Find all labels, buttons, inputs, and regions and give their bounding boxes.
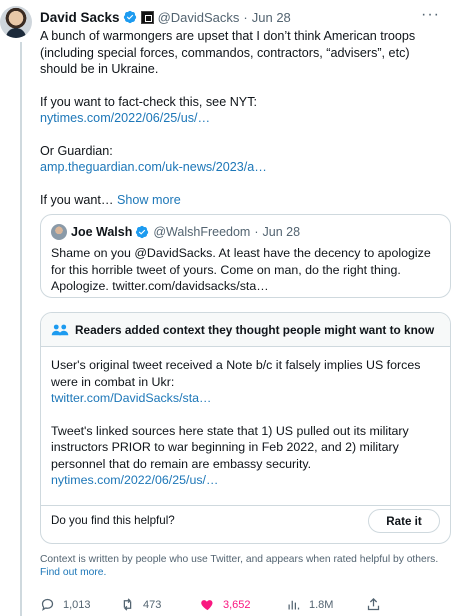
affiliation-badge-icon (140, 10, 154, 24)
views-count: 1.8M (309, 598, 334, 611)
tweet-paragraph-2: If you want to fact-check this, see NYT: (40, 94, 257, 109)
quoted-tweet-text: Shame on you @DavidSacks. At least have … (51, 246, 431, 293)
note-paragraph-1: User's original tweet received a Note b/… (51, 358, 421, 389)
tweet-date[interactable]: Jun 28 (252, 10, 291, 25)
tweet-header: David Sacks @DavidSacks · Jun 28 ··· (40, 6, 444, 26)
views-icon (288, 600, 300, 610)
tweet-truncated-text: If you want… (40, 192, 114, 207)
note-divider (41, 505, 450, 506)
thread-line (20, 42, 22, 616)
community-note-header: Readers added context they thought peopl… (41, 313, 450, 347)
author-handle[interactable]: @DavidSacks (158, 10, 240, 25)
show-more-link[interactable]: Show more (117, 193, 181, 207)
quoted-author-name: Joe Walsh (71, 225, 133, 239)
tweet-body: A bunch of warmongers are upset that I d… (40, 28, 442, 208)
quoted-separator-dot: · (254, 225, 259, 239)
quoted-tweet[interactable]: Joe Walsh @WalshFreedom · Jun 28 Shame o… (40, 214, 451, 298)
community-note-heading: Readers added context they thought peopl… (75, 322, 435, 337)
community-note: Readers added context they thought peopl… (40, 312, 451, 544)
quoted-verified-badge-icon (136, 225, 149, 239)
rate-it-button[interactable]: Rate it (368, 509, 440, 533)
reply-action[interactable]: 1,013 (40, 597, 91, 612)
separator-dot: · (243, 9, 248, 25)
quoted-tweet-header: Joe Walsh @WalshFreedom · Jun 28 (51, 224, 300, 240)
note-twitter-link[interactable]: twitter.com/DavidSacks/sta… (51, 390, 441, 407)
share-action[interactable] (366, 597, 389, 612)
tweet-actions: 1,013 473 3,652 1.8M (40, 597, 440, 615)
people-icon (51, 324, 69, 335)
avatar[interactable] (0, 6, 32, 38)
more-options-icon[interactable]: ··· (421, 6, 440, 24)
nyt-link[interactable]: nytimes.com/2022/06/25/us/… (40, 110, 442, 127)
note-nyt-link[interactable]: nytimes.com/2022/06/25/us/… (51, 472, 441, 489)
like-action[interactable]: 3,652 (200, 597, 251, 612)
quoted-avatar[interactable] (51, 224, 67, 240)
like-count: 3,652 (223, 598, 251, 611)
share-icon (367, 597, 380, 611)
guardian-link[interactable]: amp.theguardian.com/uk-news/2023/a… (40, 159, 442, 176)
retweet-action[interactable]: 473 (120, 597, 161, 612)
tweet-paragraph-3: Or Guardian: (40, 143, 113, 158)
reply-count: 1,013 (63, 598, 91, 611)
heart-icon (201, 600, 213, 611)
retweet-count: 473 (143, 598, 162, 611)
quoted-author-handle: @WalshFreedom (153, 225, 251, 239)
reply-icon (41, 598, 54, 611)
community-note-body: User's original tweet received a Note b/… (51, 357, 441, 489)
views-action[interactable]: 1.8M (286, 597, 333, 612)
tweet-paragraph-4: If you want… Show more (40, 192, 442, 209)
tweet-paragraph-1: A bunch of warmongers are upset that I d… (40, 29, 416, 76)
retweet-icon (123, 598, 132, 611)
author-name[interactable]: David Sacks (40, 10, 120, 25)
note-paragraph-2: Tweet's linked sources here state that 1… (51, 423, 409, 471)
find-out-more-link[interactable]: Find out more. (40, 567, 106, 578)
helpful-question: Do you find this helpful? (51, 514, 175, 527)
verified-badge-icon (123, 10, 136, 24)
footnote-text: Context is written by people who use Twi… (40, 554, 439, 565)
quoted-date: Jun 28 (262, 225, 301, 239)
note-footnote: Context is written by people who use Twi… (40, 553, 440, 579)
